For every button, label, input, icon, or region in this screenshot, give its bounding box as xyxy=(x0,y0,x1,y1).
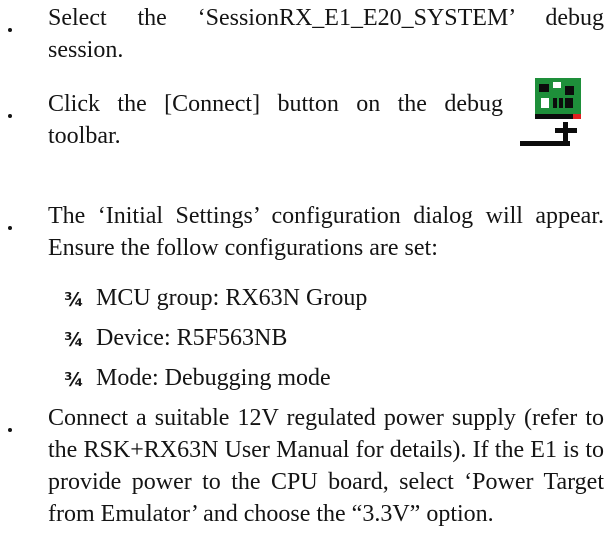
list-item-initial-settings: The ‘Initial Settings’ configuration dia… xyxy=(48,203,604,261)
bullet-marker xyxy=(8,114,12,118)
sub-bullet-marker: ¾ xyxy=(64,369,84,391)
bullet-marker xyxy=(8,428,12,432)
sub-bullet-marker: ¾ xyxy=(64,289,84,311)
connect-icon xyxy=(519,78,595,154)
bullet-marker xyxy=(8,226,12,230)
sub-bullet-marker: ¾ xyxy=(64,329,84,351)
list-item-power-supply: Connect a suitable 12V regulated power s… xyxy=(48,405,604,527)
list-item-click-connect: Click the [Connect] button on the debug … xyxy=(48,91,503,149)
bullet-marker xyxy=(8,28,12,32)
setting-mcu-group: MCU group: RX63N Group xyxy=(96,285,368,311)
list-item-select-session: Select the ‘SessionRX_E1_E20_SYSTEM’ deb… xyxy=(48,5,604,63)
setting-mode: Mode: Debugging mode xyxy=(96,365,331,391)
setting-device: Device: R5F563NB xyxy=(96,325,288,351)
